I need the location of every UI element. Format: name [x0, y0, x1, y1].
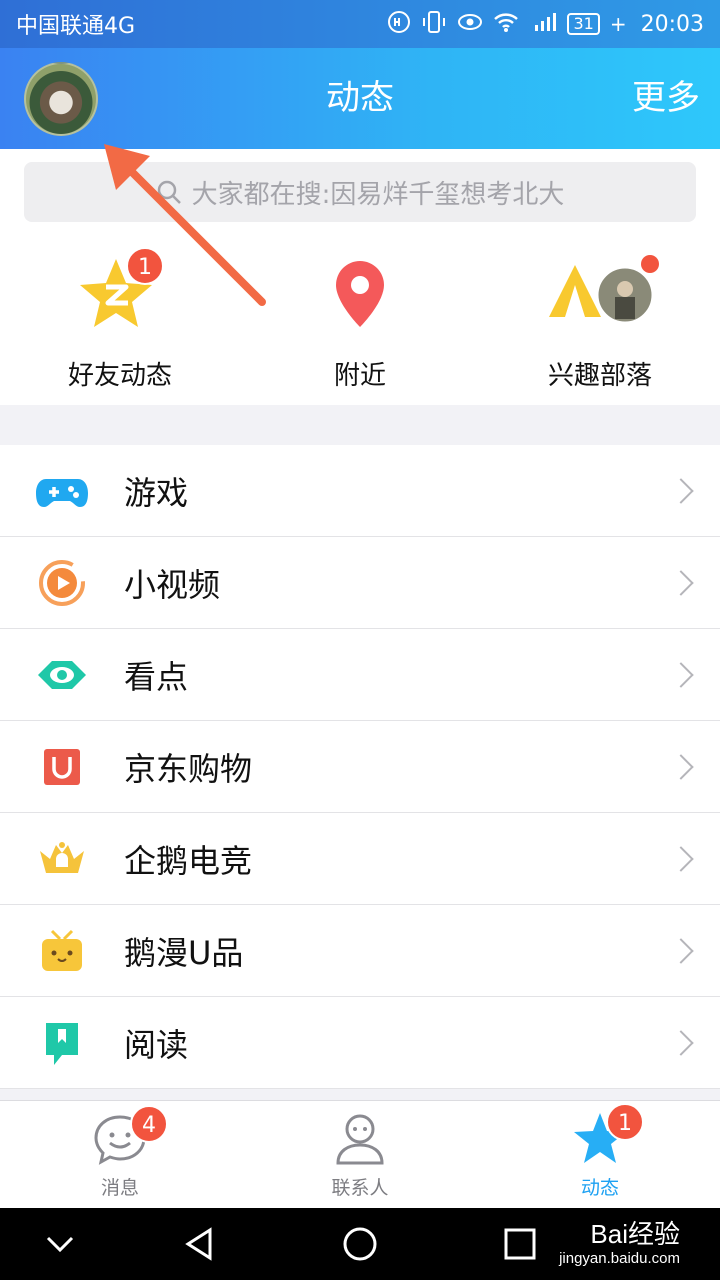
shortcut-row: 1 好友动态 附近 兴趣部落 [0, 247, 720, 391]
list-item-label: 企鹅电竞 [124, 841, 253, 880]
notification-dot [641, 255, 659, 273]
list-item-label: 鹅漫U品 [124, 933, 244, 972]
chevron-right-icon [668, 845, 694, 872]
vibrate-icon [421, 10, 447, 39]
shortcut-interest-tribe[interactable]: 兴趣部落 [480, 249, 720, 391]
chevron-right-icon [668, 1029, 694, 1056]
search-input[interactable]: 大家都在搜:因易烊千玺想考北大 [24, 162, 696, 222]
chat-bubble-icon: 4 [92, 1105, 168, 1167]
tab-badge: 4 [130, 1105, 168, 1143]
list-item-short-video[interactable]: 小视频 [0, 537, 720, 629]
tab-messages[interactable]: 4 消息 [0, 1101, 240, 1208]
bookmark-icon [36, 1017, 88, 1069]
tab-badge: 1 [606, 1103, 644, 1141]
list-item-label: 看点 [124, 657, 189, 696]
tab-contacts[interactable]: 联系人 [240, 1101, 480, 1208]
signal-icon [529, 11, 557, 38]
qzone-star-icon: 1 [80, 247, 164, 335]
feature-list: 游戏 小视频 看点 京东购物 企鹅电竞 鹅漫U品 阅读 [0, 445, 720, 1089]
back-icon[interactable] [182, 1226, 218, 1262]
list-item-label: 京东购物 [124, 749, 253, 788]
list-item-kandian[interactable]: 看点 [0, 629, 720, 721]
more-button[interactable]: 更多 [632, 48, 700, 149]
chevron-right-icon [668, 661, 694, 688]
list-item-eman[interactable]: 鹅漫U品 [0, 905, 720, 997]
chevron-right-icon [668, 753, 694, 780]
battery-indicator: 31 [567, 13, 600, 35]
list-item-reading[interactable]: 阅读 [0, 997, 720, 1089]
shortcut-label: 好友动态 [67, 361, 172, 391]
watermark-brand: Bai经验 [590, 1219, 680, 1249]
tent-icon [545, 255, 659, 335]
tv-mascot-icon [36, 925, 88, 977]
shortcut-label: 附近 [333, 361, 386, 391]
app-header: 动态 更多 [0, 48, 720, 149]
avatar[interactable] [24, 62, 98, 136]
tab-label: 联系人 [331, 1177, 389, 1199]
star-icon: 1 [572, 1103, 644, 1167]
list-item-game[interactable]: 游戏 [0, 445, 720, 537]
top-block: 大家都在搜:因易烊千玺想考北大 1 好友动态 附近 兴趣部落 [0, 149, 720, 405]
hd-call-icon [387, 10, 411, 39]
eye-icon [36, 649, 88, 701]
list-item-jd-shopping[interactable]: 京东购物 [0, 721, 720, 813]
shortcut-badge: 1 [126, 247, 164, 285]
list-item-label: 阅读 [124, 1025, 189, 1064]
chevron-down-icon[interactable] [42, 1226, 78, 1262]
gamepad-icon [36, 465, 88, 517]
status-bar: 中国联通4G 31 + 20:03 [0, 0, 720, 48]
tab-bar: 4 消息 联系人 1 动态 [0, 1100, 720, 1208]
chevron-right-icon [668, 569, 694, 596]
shortcut-label: 兴趣部落 [547, 361, 652, 391]
list-item-label: 小视频 [124, 565, 221, 604]
system-nav-bar: Bai经验 jingyan.baidu.com [0, 1208, 720, 1280]
list-item-esports[interactable]: 企鹅电竞 [0, 813, 720, 905]
search-icon [156, 179, 182, 205]
person-icon [332, 1111, 388, 1167]
status-icons: 31 + 20:03 [387, 10, 704, 39]
shopping-bag-icon [36, 741, 88, 793]
play-video-icon [36, 557, 88, 609]
recents-icon[interactable] [502, 1226, 538, 1262]
chevron-right-icon [668, 937, 694, 964]
eye-comfort-icon [457, 12, 483, 37]
shortcut-nearby[interactable]: 附近 [240, 249, 480, 391]
watermark-url: jingyan.baidu.com [559, 1250, 680, 1267]
home-icon[interactable] [342, 1226, 378, 1262]
carrier-label: 中国联通4G [16, 14, 136, 39]
tab-label: 消息 [100, 1177, 139, 1199]
esports-crown-icon [36, 833, 88, 885]
charging-icon: + [609, 12, 627, 36]
list-item-label: 游戏 [124, 473, 189, 512]
status-time: 20:03 [640, 11, 704, 37]
location-pin-icon [320, 255, 400, 335]
shortcut-friend-feed[interactable]: 1 好友动态 [0, 247, 240, 391]
search-placeholder: 大家都在搜:因易烊千玺想考北大 [191, 179, 565, 210]
page-title: 动态 [326, 78, 394, 118]
tab-feed[interactable]: 1 动态 [480, 1101, 720, 1208]
chevron-right-icon [668, 477, 694, 504]
wifi-icon [493, 11, 519, 38]
tab-label: 动态 [580, 1177, 619, 1199]
